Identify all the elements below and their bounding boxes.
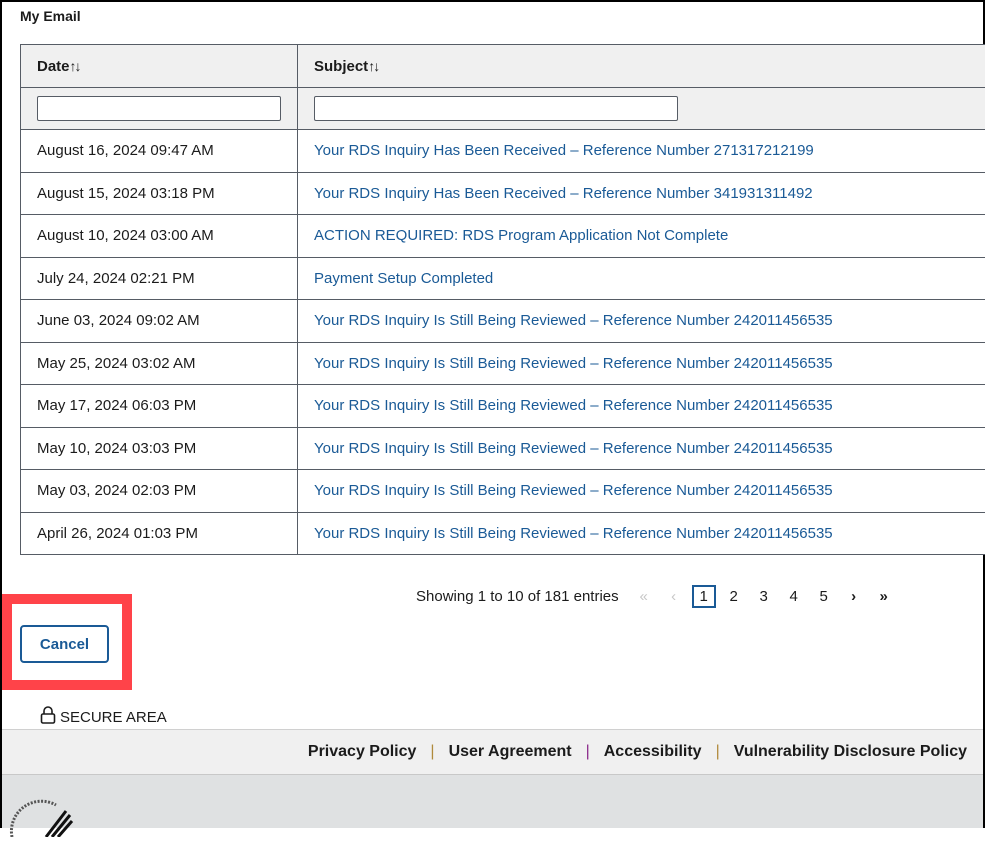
subject-filter-input[interactable] — [314, 96, 678, 121]
email-subject-cell: Your RDS Inquiry Is Still Being Reviewed… — [298, 342, 985, 385]
email-subject-link[interactable]: Payment Setup Completed — [314, 270, 493, 287]
email-subject-cell: Your RDS Inquiry Is Still Being Reviewed… — [298, 385, 985, 428]
email-date: July 24, 2024 02:21 PM — [21, 257, 298, 300]
page-button-5[interactable]: 5 — [809, 588, 839, 605]
email-date: August 16, 2024 09:47 AM — [21, 130, 298, 173]
table-row: August 15, 2024 03:18 PM Your RDS Inquiry… — [21, 172, 985, 215]
pagination-info: Showing 1 to 10 of 181 entries — [416, 588, 619, 605]
email-subject-link[interactable]: Your RDS Inquiry Is Still Being Reviewed… — [314, 525, 833, 542]
page-button-1[interactable]: 1 — [692, 585, 716, 608]
table-row: May 25, 2024 03:02 AM Your RDS Inquiry Is… — [21, 342, 985, 385]
table-row: June 03, 2024 09:02 AM Your RDS Inquiry I… — [21, 300, 985, 343]
sort-icon[interactable]: ↑↓ — [368, 58, 378, 74]
email-subject-cell: Your RDS Inquiry Has Been Received – Ref… — [298, 172, 985, 215]
date-filter-input[interactable] — [37, 96, 281, 121]
email-subject-cell: Your RDS Inquiry Is Still Being Reviewed… — [298, 300, 985, 343]
email-subject-link[interactable]: ACTION REQUIRED: RDS Program Application… — [314, 227, 728, 244]
footer-separator: | — [430, 743, 434, 761]
column-header-date[interactable]: Date↑↓ — [21, 45, 298, 88]
email-subject-cell: Payment Setup Completed — [298, 257, 985, 300]
email-subject-link[interactable]: Your RDS Inquiry Has Been Received – Ref… — [314, 142, 814, 159]
secure-area-label: SECURE AREA — [60, 709, 167, 726]
user-agreement-link[interactable]: User Agreement — [449, 743, 572, 761]
email-subject-cell: Your RDS Inquiry Is Still Being Reviewed… — [298, 427, 985, 470]
column-header-subject[interactable]: Subject↑↓ — [298, 45, 985, 88]
footer-separator: | — [586, 743, 590, 761]
pagination: Showing 1 to 10 of 181 entries « ‹ 1 2 3… — [416, 584, 899, 608]
email-date: May 10, 2024 03:03 PM — [21, 427, 298, 470]
last-page-button[interactable]: » — [869, 588, 899, 605]
email-subject-link[interactable]: Your RDS Inquiry Is Still Being Reviewed… — [314, 312, 833, 329]
page-button-3[interactable]: 3 — [749, 588, 779, 605]
email-subject-cell: Your RDS Inquiry Is Still Being Reviewed… — [298, 470, 985, 513]
table-row: August 16, 2024 09:47 AM Your RDS Inquiry… — [21, 130, 985, 173]
email-date: June 03, 2024 09:02 AM — [21, 300, 298, 343]
email-date: May 25, 2024 03:02 AM — [21, 342, 298, 385]
table-row: August 10, 2024 03:00 AM ACTION REQUIRED:… — [21, 215, 985, 258]
email-table: Date↑↓ Subject↑↓ August 16, 2024 09:47 A… — [20, 44, 985, 555]
email-subject-link[interactable]: Your RDS Inquiry Is Still Being Reviewed… — [314, 482, 833, 499]
secure-area: SECURE AREA — [40, 706, 167, 728]
page-frame: My Email Date↑↓ Subject↑↓ August 16, 202… — [0, 0, 985, 828]
first-page-button[interactable]: « — [629, 588, 659, 605]
hhs-seal-icon — [6, 797, 76, 842]
privacy-policy-link[interactable]: Privacy Policy — [308, 743, 417, 761]
accessibility-link[interactable]: Accessibility — [604, 743, 702, 761]
table-row: April 26, 2024 01:03 PM Your RDS Inquiry … — [21, 512, 985, 555]
lock-icon — [40, 706, 56, 728]
column-header-label: Subject — [314, 58, 368, 75]
footer-bottom — [2, 775, 983, 828]
table-row: May 03, 2024 02:03 PM Your RDS Inquiry Is… — [21, 470, 985, 513]
email-subject-link[interactable]: Your RDS Inquiry Is Still Being Reviewed… — [314, 397, 833, 414]
page-button-4[interactable]: 4 — [779, 588, 809, 605]
email-date: August 10, 2024 03:00 AM — [21, 215, 298, 258]
page-button-2[interactable]: 2 — [719, 588, 749, 605]
email-date: May 17, 2024 06:03 PM — [21, 385, 298, 428]
email-subject-cell: Your RDS Inquiry Has Been Received – Ref… — [298, 130, 985, 173]
page-title: My Email — [20, 8, 81, 24]
email-subject-cell: Your RDS Inquiry Is Still Being Reviewed… — [298, 512, 985, 555]
email-date: May 03, 2024 02:03 PM — [21, 470, 298, 513]
email-subject-cell: ACTION REQUIRED: RDS Program Application… — [298, 215, 985, 258]
column-header-label: Date — [37, 58, 70, 75]
email-subject-link[interactable]: Your RDS Inquiry Is Still Being Reviewed… — [314, 355, 833, 372]
cancel-button[interactable]: Cancel — [20, 625, 109, 663]
sort-icon[interactable]: ↑↓ — [70, 58, 80, 74]
table-header-row: Date↑↓ Subject↑↓ — [21, 45, 985, 88]
table-row: July 24, 2024 02:21 PM Payment Setup Comp… — [21, 257, 985, 300]
email-subject-link[interactable]: Your RDS Inquiry Is Still Being Reviewed… — [314, 440, 833, 457]
table-row: May 10, 2024 03:03 PM Your RDS Inquiry Is… — [21, 427, 985, 470]
email-subject-link[interactable]: Your RDS Inquiry Has Been Received – Ref… — [314, 185, 813, 202]
footer-separator: | — [716, 743, 720, 761]
next-page-button[interactable]: › — [839, 588, 869, 605]
footer-links: Privacy Policy | User Agreement | Access… — [2, 729, 983, 775]
email-date: August 15, 2024 03:18 PM — [21, 172, 298, 215]
previous-page-button[interactable]: ‹ — [659, 588, 689, 605]
vulnerability-disclosure-link[interactable]: Vulnerability Disclosure Policy — [734, 743, 967, 761]
filter-row — [21, 88, 985, 130]
table-row: May 17, 2024 06:03 PM Your RDS Inquiry Is… — [21, 385, 985, 428]
email-date: April 26, 2024 01:03 PM — [21, 512, 298, 555]
